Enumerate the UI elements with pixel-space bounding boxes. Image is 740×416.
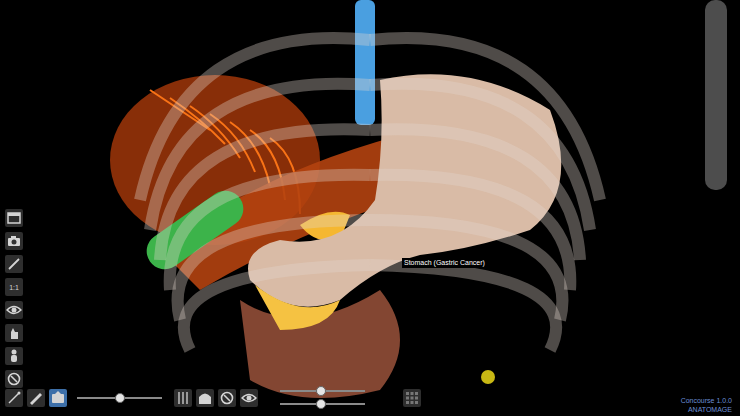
toolbar-icon[interactable] (240, 389, 258, 407)
clip-slider[interactable] (280, 399, 365, 409)
toolbar-icon[interactable] (196, 389, 214, 407)
slider-pair (280, 386, 365, 409)
structure-label: Stomach (Gastric Cancer) (402, 258, 487, 268)
left-toolbar: 1:1 (5, 209, 23, 388)
product-version: Concourse 1.0.0 (681, 396, 732, 405)
tool-icon[interactable] (5, 209, 23, 227)
tool-icon[interactable] (5, 347, 23, 365)
toolbar-icon[interactable] (27, 389, 45, 407)
toolbar-icon[interactable] (5, 389, 23, 407)
tool-icon[interactable] (5, 370, 23, 388)
toolbar-icon[interactable] (174, 389, 192, 407)
anatomy-3d-view[interactable] (0, 0, 740, 416)
opacity-slider[interactable] (77, 393, 162, 403)
scale-button[interactable]: 1:1 (5, 278, 23, 296)
toolbar-icon[interactable] (218, 389, 236, 407)
bottom-toolbar (5, 386, 421, 409)
version-info: Concourse 1.0.0ANATOMAGE (681, 396, 732, 414)
clip-slider[interactable] (280, 386, 365, 396)
anatomage-viewer: Stomach (Gastric Cancer) 1:1 Concourse 1.0… (0, 0, 740, 416)
toolbar-icon[interactable] (49, 389, 67, 407)
toolbar-icon[interactable] (403, 389, 421, 407)
tool-icon[interactable] (5, 232, 23, 250)
tool-icon[interactable] (5, 255, 23, 273)
tool-icon[interactable] (5, 301, 23, 319)
tool-icon[interactable] (5, 324, 23, 342)
brand-name: ANATOMAGE (688, 405, 732, 414)
